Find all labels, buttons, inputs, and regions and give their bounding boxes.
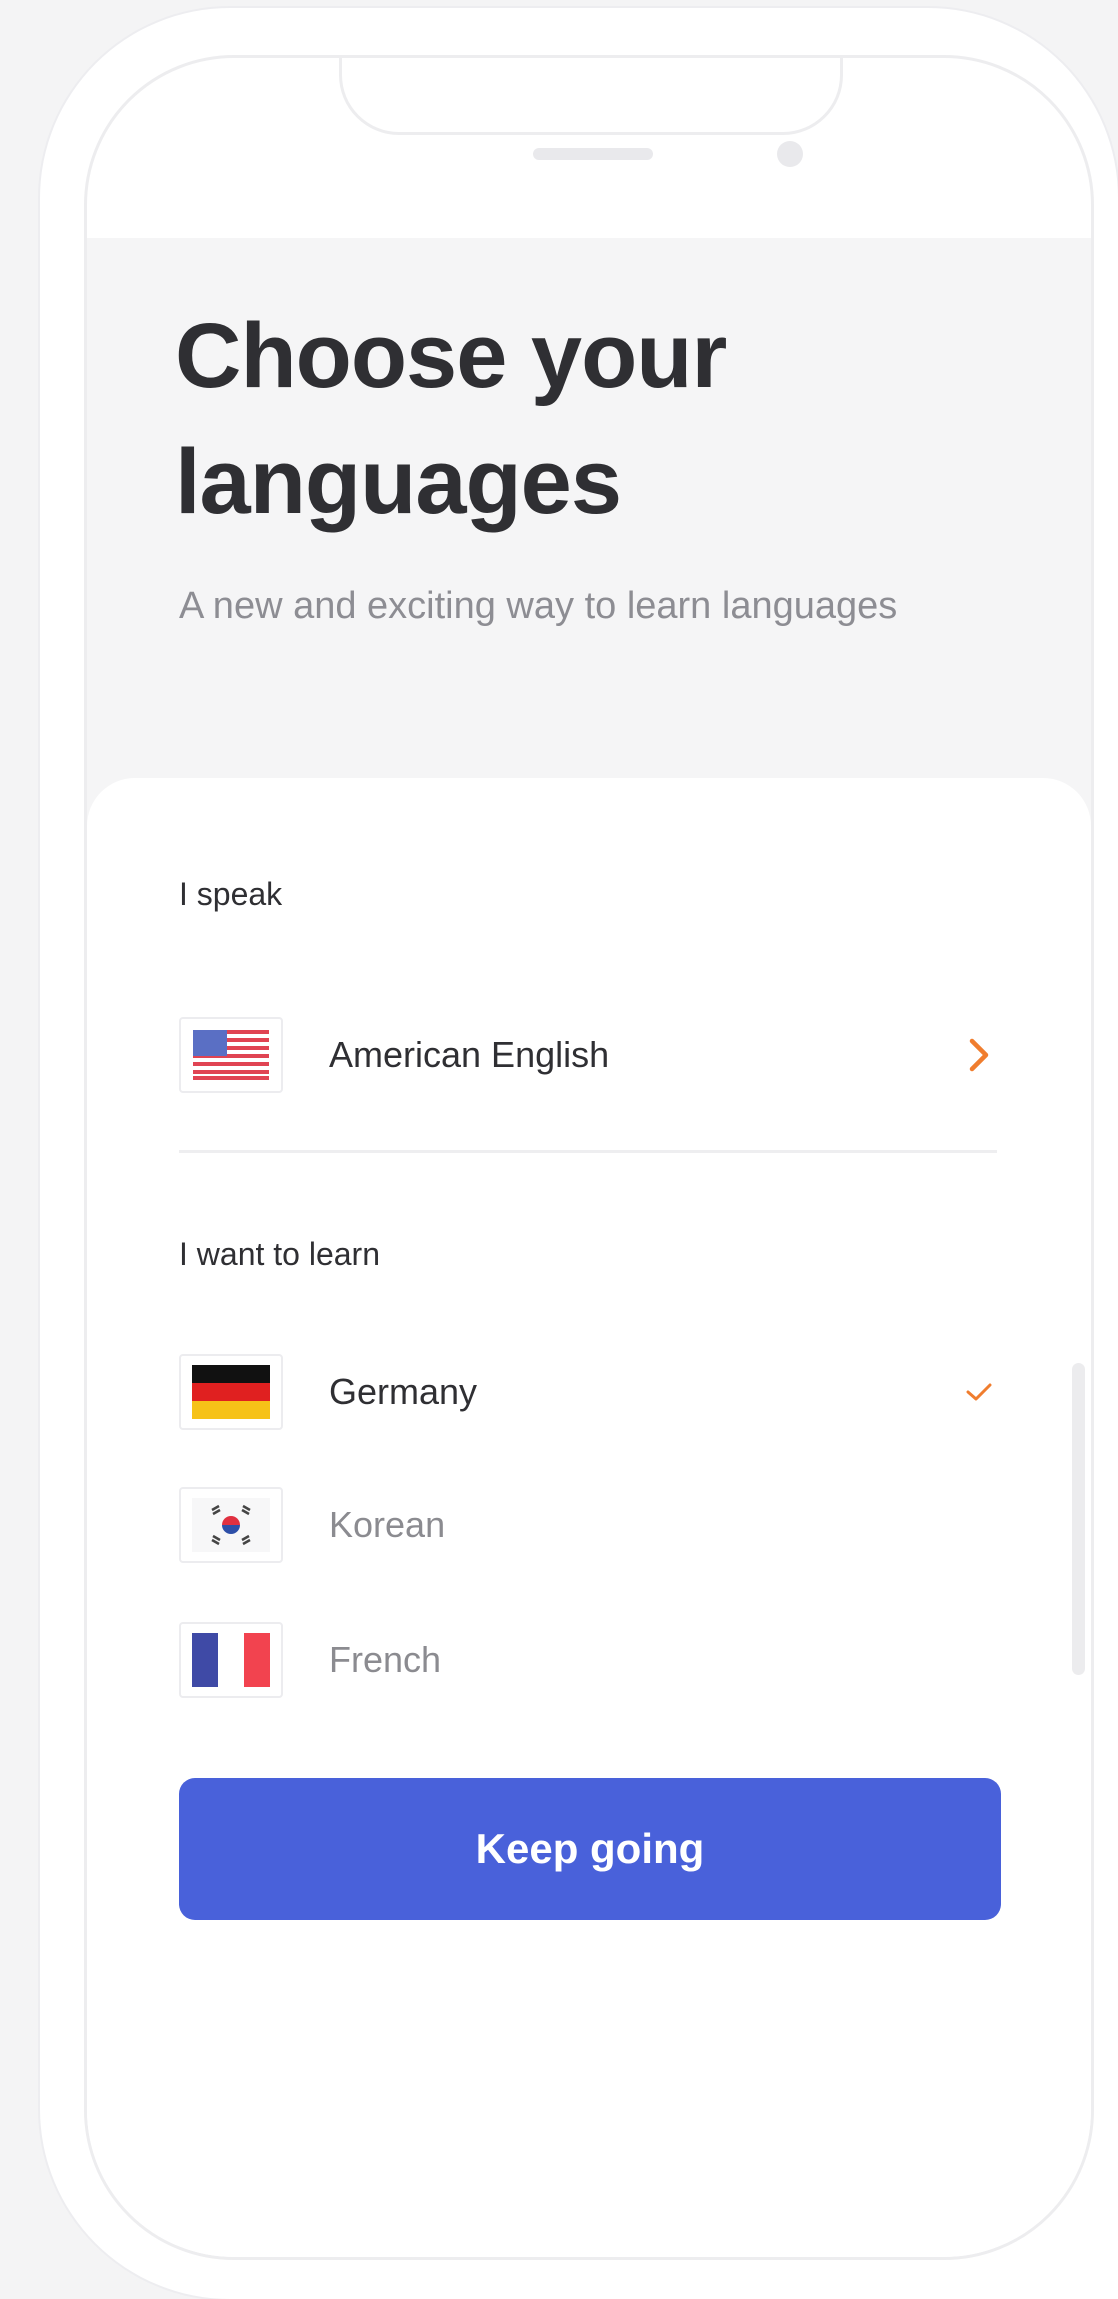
page-title-line1: Choose your [175, 305, 727, 407]
page-title: Choose your languages [175, 293, 727, 545]
learn-item-french[interactable]: French [179, 1618, 999, 1702]
speak-language-label: American English [329, 1034, 610, 1075]
keep-going-button[interactable]: Keep going [179, 1778, 1001, 1920]
phone-screen: Choose your languages A new and exciting… [84, 55, 1094, 2260]
france-flag-icon [179, 1622, 283, 1698]
speaker-grille [533, 148, 653, 160]
speak-language-row[interactable]: American English [179, 1013, 999, 1097]
phone-notch [339, 58, 843, 135]
korea-flag-icon [179, 1487, 283, 1563]
learn-section-label: I want to learn [179, 1236, 380, 1272]
germany-flag-icon [179, 1354, 283, 1430]
learn-item-label: Korean [329, 1504, 446, 1545]
check-icon [959, 1372, 999, 1412]
learn-item-germany[interactable]: Germany [179, 1350, 999, 1434]
page-title-line2: languages [175, 431, 622, 533]
page-subtitle: A new and exciting way to learn language… [179, 585, 898, 627]
speak-section-label: I speak [179, 876, 283, 912]
learn-item-korean[interactable]: Korean [179, 1483, 999, 1567]
us-flag-icon [179, 1017, 283, 1093]
learn-item-label: Germany [329, 1371, 478, 1412]
front-camera [777, 141, 803, 167]
learn-item-label: French [329, 1639, 442, 1680]
list-scrollbar[interactable] [1072, 1363, 1085, 1675]
chevron-right-icon [959, 1035, 999, 1075]
section-divider [179, 1150, 997, 1153]
